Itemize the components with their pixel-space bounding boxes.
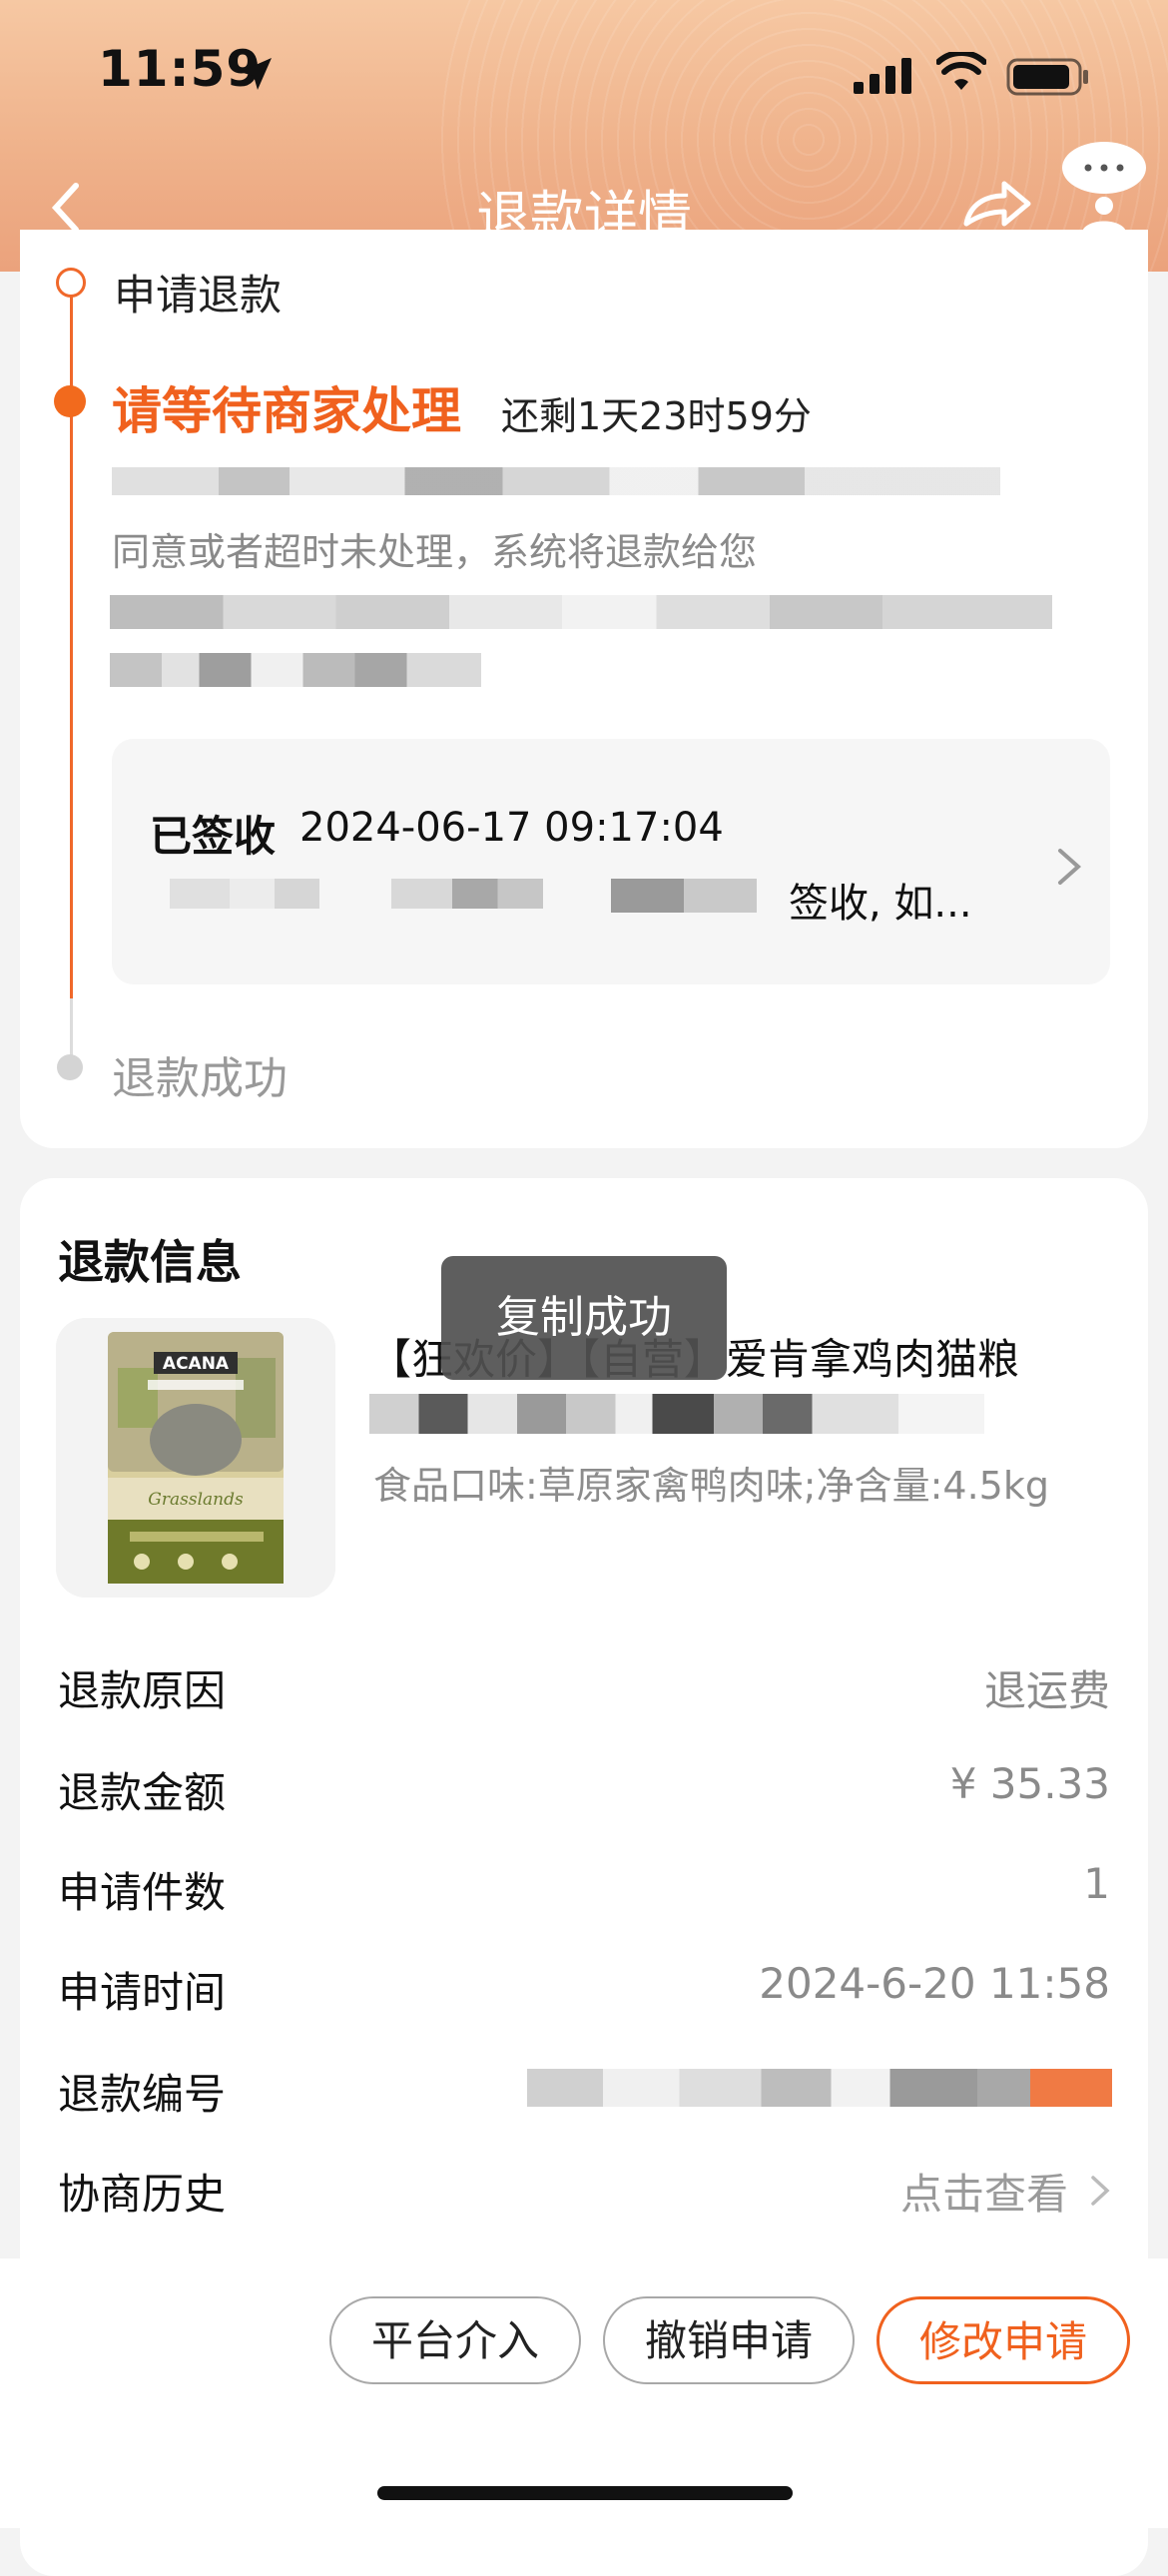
copy-success-toast: 复制成功 xyxy=(441,1256,727,1380)
timeline-dot-pending xyxy=(57,1054,83,1080)
item-count-label: 申请件数 xyxy=(58,1868,227,1917)
platform-intervene-button[interactable]: 平台介入 xyxy=(329,2296,581,2384)
logistics-tracking-card[interactable]: 已签收 2024-06-17 09:17:04 签收, 如... xyxy=(112,739,1110,984)
tracking-status: 已签收 xyxy=(150,812,277,861)
product-spec: 食品口味:草原家禽鸭肉味;净含量:4.5kg xyxy=(373,1464,1049,1508)
product-bag-image: ACANA Grasslands xyxy=(56,1318,335,1598)
cancel-application-button[interactable]: 撤销申请 xyxy=(603,2296,855,2384)
view-history-link[interactable]: 点击查看 xyxy=(900,2161,1068,2222)
step-waiting-merchant: 请等待商家处理 xyxy=(112,382,461,440)
timeline-dot-current xyxy=(54,385,86,417)
tracking-text: 签收, 如... xyxy=(789,881,972,927)
product-image[interactable]: ACANA Grasslands xyxy=(56,1318,335,1598)
wifi-icon xyxy=(936,52,986,90)
redacted-text xyxy=(112,467,1000,495)
product-line: Grasslands xyxy=(148,1490,244,1510)
item-count-value: 1 xyxy=(1083,1859,1110,1908)
chevron-right-icon[interactable] xyxy=(1088,2173,1112,2209)
refund-amount-label: 退款金额 xyxy=(58,1768,227,1817)
redacted-text xyxy=(391,879,543,909)
redacted-text xyxy=(170,879,319,909)
battery-icon xyxy=(1006,58,1088,96)
refund-reason-label: 退款原因 xyxy=(58,1666,227,1715)
redacted-text xyxy=(369,1394,984,1434)
remaining-time: 还剩1天23时59分 xyxy=(501,394,812,438)
chevron-right-icon xyxy=(1058,849,1082,885)
negotiation-history-label: 协商历史 xyxy=(58,2170,227,2219)
refund-info-title: 退款信息 xyxy=(58,1235,242,1289)
location-arrow-icon xyxy=(240,58,272,90)
step-refund-success: 退款成功 xyxy=(112,1053,288,1104)
apply-time-value: 2024-6-20 11:58 xyxy=(759,1959,1110,2008)
apply-time-label: 申请时间 xyxy=(58,1968,227,2017)
refund-progress-card xyxy=(20,230,1148,1148)
tracking-time: 2024-06-17 09:17:04 xyxy=(299,805,724,851)
redacted-text xyxy=(110,595,1052,629)
home-indicator xyxy=(377,2486,793,2500)
refund-number-label: 退款编号 xyxy=(58,2070,227,2119)
refund-reason-value: 退运费 xyxy=(983,1666,1110,1715)
step-waiting-description: 同意或者超时未处理，系统将退款给您 xyxy=(112,530,758,574)
step-apply-refund: 申请退款 xyxy=(114,271,283,320)
cellular-signal-icon xyxy=(854,58,911,94)
redacted-text xyxy=(110,653,481,687)
modify-application-button[interactable]: 修改申请 xyxy=(876,2296,1130,2384)
redacted-text xyxy=(611,879,757,913)
refund-amount-value: ¥ 35.33 xyxy=(949,1759,1110,1808)
refund-number-redacted[interactable] xyxy=(527,2069,1112,2107)
product-brand: ACANA xyxy=(163,1354,230,1374)
timeline-dot-done xyxy=(56,268,86,298)
